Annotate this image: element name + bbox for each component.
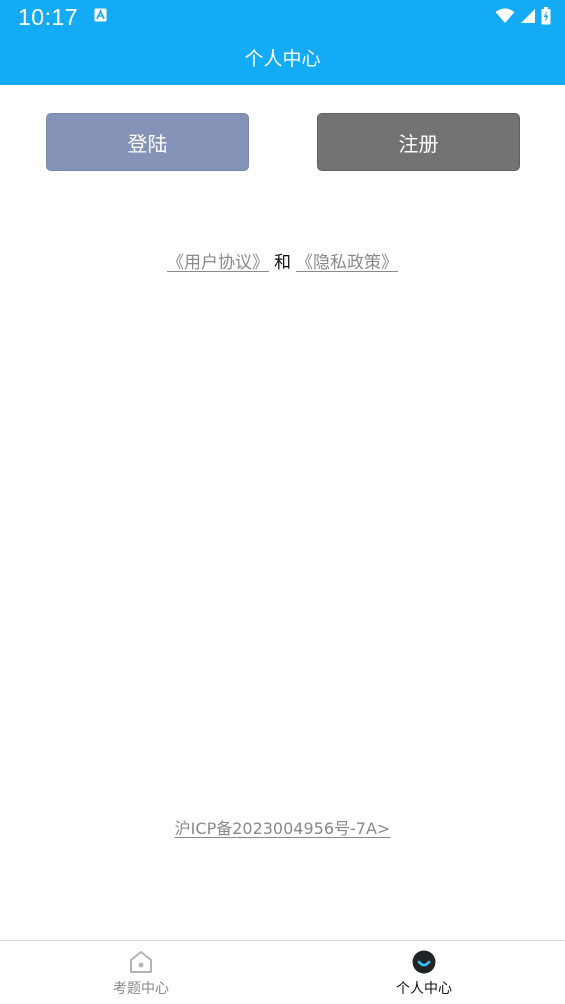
status-icons — [495, 6, 551, 26]
a-notification-icon — [94, 8, 107, 22]
privacy-policy-link[interactable]: 《隐私政策》 — [296, 253, 398, 273]
bottom-nav: 考题中心 个人中心 — [0, 940, 565, 1004]
page-title: 个人中心 — [244, 48, 321, 70]
status-time: 10:17 — [18, 4, 79, 30]
login-button[interactable]: 登陆 — [46, 113, 249, 171]
nav-item-personal-center[interactable]: 个人中心 — [324, 941, 524, 1004]
nav-label-personal-center: 个人中心 — [396, 981, 452, 997]
nav-label-exam-center: 考题中心 — [113, 981, 169, 997]
signal-icon — [521, 9, 535, 23]
battery-charging-icon — [541, 7, 551, 25]
nav-item-exam-center[interactable]: 考题中心 — [41, 941, 241, 1004]
top-bar: 10:17 个人中心 — [0, 0, 565, 85]
icp-record: 沪ICP备2023004956号-7A> — [0, 815, 565, 839]
profile-icon — [412, 950, 436, 974]
home-icon — [130, 951, 152, 973]
screen: 10:17 个人中心 登陆 注册 《用户协议》和《隐私政策》 沪ICP备2023… — [0, 0, 565, 1004]
register-button[interactable]: 注册 — [317, 113, 520, 171]
agreement-line: 《用户协议》和《隐私政策》 — [0, 248, 565, 273]
user-agreement-link[interactable]: 《用户协议》 — [167, 253, 269, 273]
and-text: 和 — [274, 253, 291, 273]
wifi-icon — [495, 8, 515, 23]
icp-link[interactable]: 沪ICP备2023004956号-7A> — [175, 819, 391, 838]
